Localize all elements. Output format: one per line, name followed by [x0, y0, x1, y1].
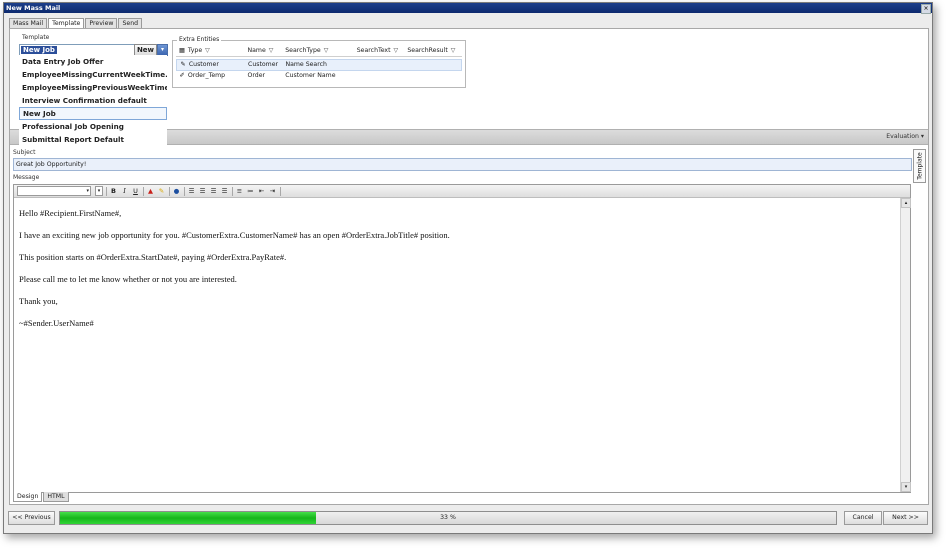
progress-bar: 33 %	[59, 511, 837, 525]
column-header-name[interactable]: Name ▽	[248, 46, 286, 56]
wizard-footer: << Previous 33 % Cancel Next >>	[4, 506, 932, 526]
message-paragraph: I have an exciting new job opportunity f…	[19, 230, 450, 240]
message-editor: ▾ ▾ B I U ▲ ✎ ● ☰ ☰ ☰ ☰ ≡ ≔ ⇤ ⇥ Hello #R…	[13, 184, 911, 493]
template-group-label: Template	[22, 34, 50, 41]
cell-name: Order	[247, 72, 266, 79]
font-family-combo[interactable]: ▾	[17, 186, 91, 196]
side-tab-template[interactable]: Template	[913, 149, 926, 183]
tab-html[interactable]: HTML	[43, 492, 69, 502]
message-label: Message	[13, 174, 40, 181]
align-center-icon[interactable]: ☰	[198, 187, 207, 196]
toolbar-separator	[232, 186, 233, 196]
previous-button[interactable]: << Previous	[8, 511, 55, 525]
column-header-searchresult[interactable]: SearchResult ▽	[407, 46, 462, 56]
subject-input[interactable]: Great Job Opportunity!	[13, 158, 912, 171]
tab-design[interactable]: Design	[13, 492, 43, 502]
insert-link-icon[interactable]: ●	[172, 187, 181, 196]
scroll-up-icon[interactable]: ▴	[901, 198, 911, 208]
extra-entities-group: Extra Entities ▦ Type ▽ Name ▽ SearchType ▽…	[172, 36, 466, 88]
wizard-tabs: Mass Mail Template Preview Send	[9, 18, 143, 29]
edit-row-icon[interactable]: ✎	[177, 60, 189, 70]
window-title: New Mass Mail	[6, 4, 61, 12]
align-right-icon[interactable]: ☰	[209, 187, 218, 196]
template-dropdown-list: Data Entry Job Offer EmployeeMissingCurr…	[19, 55, 167, 148]
editor-mode-tabs: Design HTML	[13, 492, 70, 502]
list-item[interactable]: EmployeeMissingCurrentWeekTime...	[19, 68, 167, 81]
cell-type: Customer	[188, 61, 219, 68]
list-item[interactable]: Interview Confirmation default	[19, 94, 167, 107]
mass-mail-window: New Mass Mail × Mass Mail Template Previ…	[3, 2, 933, 534]
cell-search-result	[407, 71, 462, 81]
table-row[interactable]: ✎ Customer Customer Name Search	[176, 59, 462, 71]
progress-text: 33 %	[440, 514, 456, 521]
scroll-down-icon[interactable]: ▾	[901, 482, 911, 492]
bullet-list-icon[interactable]: ≔	[246, 187, 255, 196]
highlight-icon[interactable]: ✎	[157, 187, 166, 196]
tab-preview[interactable]: Preview	[85, 18, 118, 28]
cell-type: Order_Temp	[187, 72, 226, 79]
extra-entities-label: Extra Entities	[177, 36, 222, 43]
filter-icon: ▽	[323, 47, 329, 54]
editor-scrollbar[interactable]: ▴ ▾	[900, 198, 911, 492]
toolbar-separator	[106, 186, 107, 196]
message-paragraph: Thank you,	[19, 296, 58, 306]
evaluation-dropdown[interactable]: Evaluation ▾	[886, 130, 924, 144]
list-item[interactable]: Professional Job Opening	[19, 120, 167, 133]
next-button[interactable]: Next >>	[883, 511, 928, 525]
cell-search-type: Name Search	[285, 61, 327, 68]
grid-header: ▦ Type ▽ Name ▽ SearchType ▽ SearchText ▽ Se…	[176, 46, 462, 57]
table-row[interactable]: ✐ Order_Temp Order Customer Name	[176, 71, 462, 81]
list-item[interactable]: EmployeeMissingPreviousWeekTime...	[19, 81, 167, 94]
justify-icon[interactable]: ☰	[220, 187, 229, 196]
italic-button[interactable]: I	[120, 187, 129, 196]
list-item[interactable]: Submittal Report Default	[19, 133, 167, 146]
cell-name: Customer	[248, 61, 279, 68]
grid-options-icon[interactable]: ▦	[176, 46, 188, 56]
side-tab-label: Template	[916, 152, 923, 180]
cell-search-text	[357, 71, 408, 81]
chevron-down-icon: ▾	[86, 188, 89, 194]
template-panel: Template New Job New ▾ Data Entry Job Of…	[9, 28, 929, 505]
toolbar-separator	[280, 186, 281, 196]
font-size-combo[interactable]: ▾	[95, 186, 103, 196]
message-paragraph: ~#Sender.UserName#	[19, 318, 94, 328]
filter-icon: ▽	[450, 47, 456, 54]
align-left-icon[interactable]: ☰	[187, 187, 196, 196]
underline-button[interactable]: U	[131, 187, 140, 196]
list-item[interactable]: Data Entry Job Offer	[19, 55, 167, 68]
message-paragraph: This position starts on #OrderExtra.Star…	[19, 252, 287, 262]
font-color-icon[interactable]: ▲	[146, 187, 155, 196]
message-body[interactable]: Hello #Recipient.FirstName#, I have an e…	[14, 198, 901, 492]
toolbar-separator	[184, 186, 185, 196]
cell-search-result	[407, 60, 461, 70]
message-paragraph: Please call me to let me know whether or…	[19, 274, 237, 284]
cell-search-text	[356, 60, 406, 70]
bold-button[interactable]: B	[109, 187, 118, 196]
tab-mass-mail[interactable]: Mass Mail	[9, 18, 48, 28]
list-item-selected[interactable]: New Job	[19, 107, 167, 120]
column-header-searchtext[interactable]: SearchText ▽	[357, 46, 408, 56]
title-bar: New Mass Mail ×	[4, 3, 932, 14]
toolbar-separator	[169, 186, 170, 196]
toolbar-separator	[143, 186, 144, 196]
column-header-type[interactable]: Type ▽	[188, 46, 248, 56]
formatting-toolbar: ▾ ▾ B I U ▲ ✎ ● ☰ ☰ ☰ ☰ ≡ ≔ ⇤ ⇥	[14, 185, 910, 198]
cancel-button[interactable]: Cancel	[844, 511, 882, 525]
outdent-icon[interactable]: ⇤	[257, 187, 266, 196]
column-header-searchtype[interactable]: SearchType ▽	[285, 46, 357, 56]
filter-icon: ▽	[393, 47, 399, 54]
indent-icon[interactable]: ⇥	[268, 187, 277, 196]
tab-send[interactable]: Send	[118, 18, 143, 28]
template-selected-value: New Job	[21, 46, 57, 54]
subject-label: Subject	[13, 149, 36, 156]
numbered-list-icon[interactable]: ≡	[235, 187, 244, 196]
message-paragraph: Hello #Recipient.FirstName#,	[19, 208, 122, 218]
close-icon[interactable]: ×	[921, 4, 931, 14]
filter-icon: ▽	[268, 47, 274, 54]
cell-search-type: Customer Name	[285, 72, 336, 79]
filter-icon: ▽	[205, 47, 210, 54]
pencil-icon[interactable]: ✐	[176, 71, 188, 81]
